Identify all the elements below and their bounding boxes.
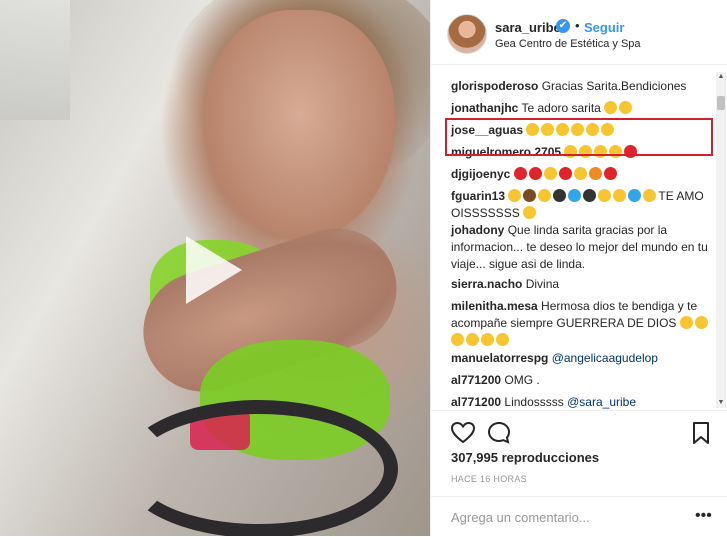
emoji-icon — [568, 189, 582, 202]
emoji-icon — [628, 189, 642, 202]
emoji-icon — [604, 101, 618, 114]
emoji-icon — [598, 189, 612, 202]
emoji-icon — [694, 316, 708, 329]
emoji-icon — [573, 167, 587, 180]
comment-text: Divina — [525, 277, 560, 291]
emoji-icon — [451, 333, 464, 346]
video-black-belt — [120, 400, 398, 536]
username-link[interactable]: sara_uribe — [495, 20, 561, 35]
post-side-panel: sara_uribe ✔ • Seguir Gea Centro de Esté… — [430, 0, 727, 536]
location-link[interactable]: Gea Centro de Estética y Spa — [495, 38, 641, 50]
video-player[interactable] — [0, 0, 430, 536]
post-header: sara_uribe ✔ • Seguir Gea Centro de Esté… — [431, 0, 727, 65]
timestamp: HACE 16 HORAS — [451, 474, 527, 484]
avatar[interactable] — [447, 14, 487, 54]
emoji-icon — [508, 189, 522, 202]
comment-text: Lindosssss — [504, 395, 564, 409]
emoji-icon — [583, 189, 597, 202]
emoji-icon — [523, 206, 537, 219]
comment-username[interactable]: manuelatorrespg — [451, 351, 548, 365]
comment-item: manuelatorrespg @angelicaagudelop — [451, 350, 713, 367]
emoji-icon — [588, 167, 602, 180]
comment-item: sierra.nacho Divina — [451, 276, 713, 293]
action-bar — [431, 410, 727, 455]
emoji-icon — [496, 333, 509, 346]
emoji-icon — [466, 333, 479, 346]
comment-username[interactable]: fguarin13 — [451, 189, 505, 203]
comment-item: johadony Que linda sarita gracias por la… — [451, 222, 713, 273]
heart-icon[interactable] — [449, 419, 477, 447]
comment-mention-link[interactable]: @angelicaagudelop — [552, 351, 658, 365]
separator-dot: • — [575, 18, 580, 33]
comment-username[interactable]: sierra.nacho — [451, 277, 522, 291]
comment-mention-link[interactable]: @sara_uribe — [567, 395, 636, 409]
comment-username[interactable]: al771200 — [451, 373, 501, 387]
comment-icon[interactable] — [485, 419, 513, 447]
emoji-icon — [558, 167, 572, 180]
emoji-icon — [513, 167, 527, 180]
comment-input[interactable]: Agrega un comentario... — [451, 510, 590, 525]
emoji-icon — [619, 101, 633, 114]
comments-list[interactable]: glorispoderoso Gracias Sarita.Bendicione… — [431, 64, 715, 410]
comment-username[interactable]: al771200 — [451, 395, 501, 409]
scrollbar-thumb[interactable] — [717, 96, 725, 110]
emoji-icon — [528, 167, 542, 180]
comment-item: glorispoderoso Gracias Sarita.Bendicione… — [451, 78, 713, 95]
more-options-icon[interactable]: ••• — [695, 507, 712, 525]
comment-item: jonathanjhc Te adoro sarita — [451, 100, 713, 117]
view-count[interactable]: 307,995 reproducciones — [451, 450, 599, 465]
video-subject-face — [205, 10, 395, 240]
comment-item: milenitha.mesa Hermosa dios te bendiga y… — [451, 298, 713, 349]
comment-item: al771200 OMG . — [451, 372, 713, 389]
comment-item: djgijoenyc — [451, 166, 713, 183]
bookmark-icon[interactable] — [687, 419, 715, 447]
emoji-icon — [543, 167, 557, 180]
comment-text: Te adoro sarita — [521, 101, 601, 115]
comment-text: OMG . — [504, 373, 540, 387]
comment-item: al771200 Lindosssss @sara_uribe — [451, 394, 713, 410]
comment-username[interactable]: jonathanjhc — [451, 101, 518, 115]
comment-username[interactable]: milenitha.mesa — [451, 299, 538, 313]
comment-text: Gracias Sarita.Bendiciones — [541, 79, 687, 93]
emoji-icon — [523, 189, 537, 202]
comment-item: fguarin13 TE AMO OISSSSSSS — [451, 188, 713, 222]
emoji-icon — [643, 189, 657, 202]
emoji-icon — [603, 167, 617, 180]
comment-username[interactable]: glorispoderoso — [451, 79, 538, 93]
emoji-icon — [553, 189, 567, 202]
comments-scrollbar[interactable]: ▲ ▼ — [716, 72, 726, 408]
instagram-post: sara_uribe ✔ • Seguir Gea Centro de Esté… — [0, 0, 727, 536]
comment-username[interactable]: djgijoenyc — [451, 167, 510, 181]
add-comment-bar: Agrega un comentario... ••• — [431, 496, 727, 537]
emoji-icon — [538, 189, 552, 202]
emoji-icon — [613, 189, 627, 202]
scroll-up-arrow-icon[interactable]: ▲ — [716, 72, 726, 82]
comment-username[interactable]: johadony — [451, 223, 504, 237]
video-background-fixture — [0, 0, 70, 120]
highlighted-comment-box — [445, 118, 713, 156]
emoji-icon — [679, 316, 693, 329]
scroll-down-arrow-icon[interactable]: ▼ — [716, 398, 726, 408]
emoji-icon — [481, 333, 494, 346]
follow-button[interactable]: Seguir — [584, 20, 624, 35]
play-icon[interactable] — [186, 236, 242, 304]
verified-icon: ✔ — [556, 19, 570, 33]
